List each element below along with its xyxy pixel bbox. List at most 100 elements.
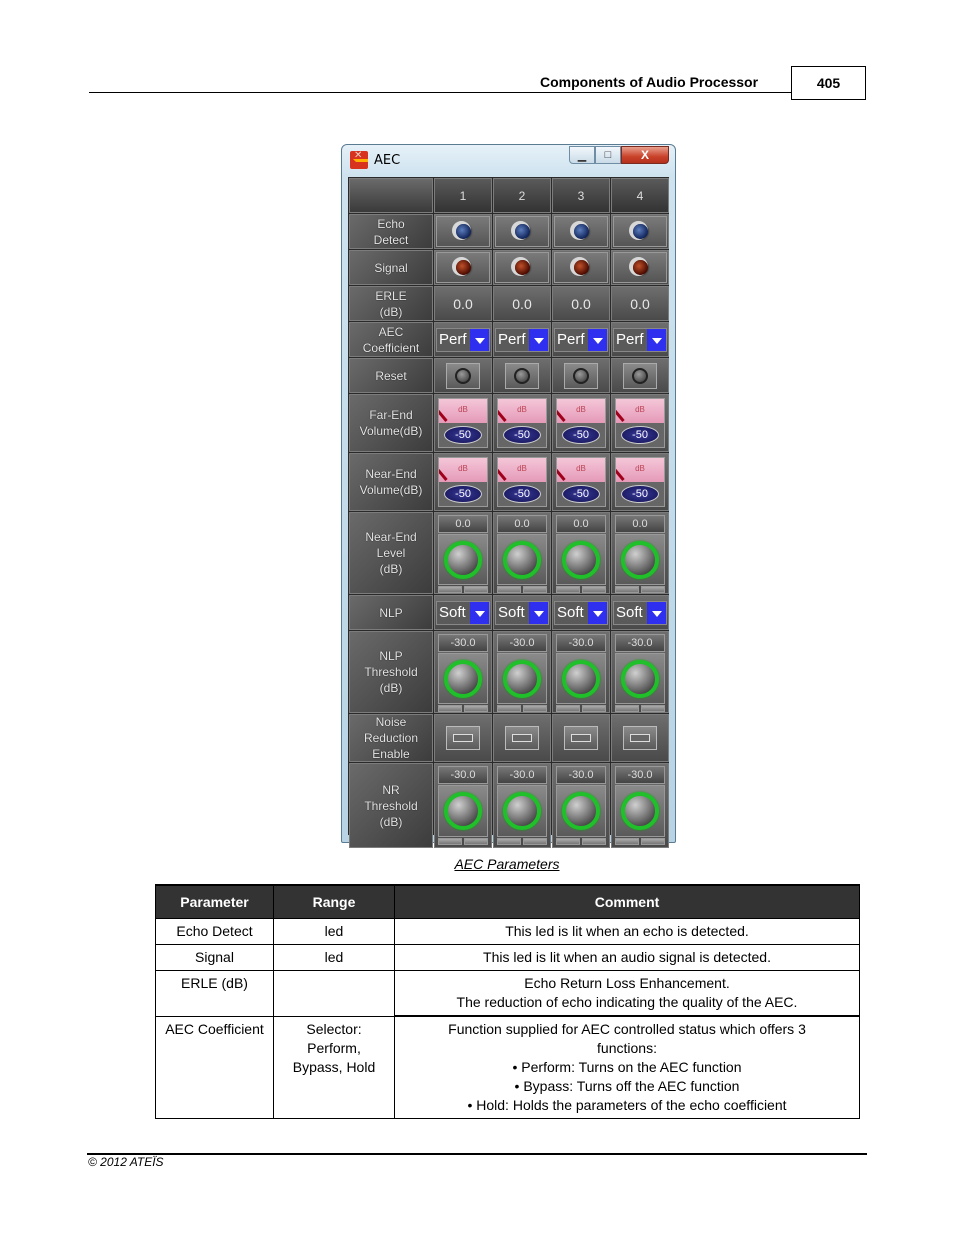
step-up-button[interactable]: [523, 838, 547, 845]
chevron-down-icon[interactable]: [647, 601, 666, 624]
knob-value-field[interactable]: -30.0: [438, 766, 488, 784]
maximize-button[interactable]: □: [595, 146, 621, 164]
far-end-volume-ch1: dB -50: [434, 394, 492, 452]
knob-value-field[interactable]: -30.0: [497, 634, 547, 652]
step-down-button[interactable]: [438, 705, 462, 712]
noise-reduction-enable-ch1: [434, 714, 492, 762]
knob-value-field[interactable]: -30.0: [497, 766, 547, 784]
step-up-button[interactable]: [582, 838, 606, 845]
maximize-icon: □: [604, 149, 612, 161]
step-up-button[interactable]: [523, 586, 547, 593]
nlp-mode-dropdown[interactable]: Soft: [495, 600, 549, 625]
header-parameter: Parameter: [155, 884, 274, 919]
meter-needle-icon: dB: [557, 399, 605, 423]
chevron-down-icon[interactable]: [588, 601, 607, 624]
knob-value-field[interactable]: -30.0: [556, 634, 606, 652]
step-down-button[interactable]: [497, 705, 521, 712]
rotary-knob[interactable]: [562, 792, 600, 830]
meter-readout: -50: [498, 482, 546, 506]
nlp-mode-dropdown[interactable]: Soft: [554, 600, 608, 625]
knob-value-field[interactable]: -30.0: [438, 634, 488, 652]
rotary-knob[interactable]: [621, 659, 659, 698]
aec-coefficient-dropdown[interactable]: Perf: [495, 327, 549, 352]
step-up-button[interactable]: [641, 705, 665, 712]
knob-value-field[interactable]: 0.0: [615, 515, 665, 533]
knob-value-field[interactable]: -30.0: [615, 766, 665, 784]
led-housing: [495, 252, 549, 283]
row-label-nlp: NLP: [349, 595, 433, 630]
reset-button[interactable]: [446, 362, 480, 389]
nlp-mode-dropdown[interactable]: Soft: [613, 600, 667, 625]
noise-reduction-toggle[interactable]: [564, 726, 598, 750]
step-up-button[interactable]: [582, 705, 606, 712]
rotary-knob[interactable]: [444, 540, 482, 579]
nr-threshold-ch1: -30.0: [434, 763, 492, 848]
step-up-button[interactable]: [464, 586, 488, 593]
erle-ch2: 0.0: [493, 286, 551, 321]
step-up-button[interactable]: [523, 705, 547, 712]
knob-value-field[interactable]: -30.0: [556, 766, 606, 784]
minimize-button[interactable]: ▁: [569, 146, 595, 164]
aec-coefficient-dropdown[interactable]: Perf: [613, 327, 667, 352]
page-number: 405: [791, 66, 866, 100]
step-up-button[interactable]: [464, 838, 488, 845]
step-down-button[interactable]: [556, 705, 580, 712]
step-up-button[interactable]: [582, 586, 606, 593]
reset-button[interactable]: [623, 362, 657, 389]
step-up-button[interactable]: [641, 586, 665, 593]
step-down-button[interactable]: [438, 838, 462, 845]
nlp-mode-dropdown[interactable]: Soft: [436, 600, 490, 625]
noise-reduction-toggle[interactable]: [623, 726, 657, 750]
rotary-knob[interactable]: [503, 540, 541, 579]
step-down-button[interactable]: [438, 586, 462, 593]
chevron-down-icon[interactable]: [470, 601, 489, 624]
step-down-button[interactable]: [556, 586, 580, 593]
knob-value-field[interactable]: -30.0: [615, 634, 665, 652]
aec-coefficient-dropdown[interactable]: Perf: [554, 327, 608, 352]
knob-step-buttons: [438, 586, 488, 593]
echo-led-icon: [455, 224, 471, 239]
meter-needle-icon: dB: [498, 399, 546, 423]
rotary-knob[interactable]: [621, 792, 659, 830]
chevron-down-icon[interactable]: [470, 328, 489, 351]
near-end-vu-meter: dB -50: [497, 457, 547, 507]
chevron-down-icon[interactable]: [529, 328, 548, 351]
rotary-knob[interactable]: [444, 659, 482, 698]
step-down-button[interactable]: [556, 838, 580, 845]
chevron-down-icon[interactable]: [588, 328, 607, 351]
knob-housing: [556, 785, 606, 837]
step-down-button[interactable]: [615, 586, 639, 593]
near-end-volume-ch1: dB -50: [434, 453, 492, 511]
rotary-knob[interactable]: [621, 540, 659, 579]
aec-coefficient-dropdown[interactable]: Perf: [436, 327, 490, 352]
rotary-knob[interactable]: [503, 792, 541, 830]
signal-led-icon: [573, 260, 589, 275]
knob-step-buttons: [556, 838, 606, 845]
rotary-knob[interactable]: [503, 659, 541, 698]
reset-button[interactable]: [564, 362, 598, 389]
cell-range: [273, 970, 395, 1017]
close-button[interactable]: X: [621, 146, 669, 164]
step-up-button[interactable]: [464, 705, 488, 712]
step-up-button[interactable]: [641, 838, 665, 845]
dropdown-value: Perf: [616, 330, 644, 348]
knob-value-field[interactable]: 0.0: [497, 515, 547, 533]
bullet-text: Bypass: Turns off the AEC function: [523, 1078, 740, 1094]
dropdown-value: Soft: [557, 603, 584, 621]
reset-button[interactable]: [505, 362, 539, 389]
step-down-button[interactable]: [615, 705, 639, 712]
rotary-knob[interactable]: [562, 540, 600, 579]
noise-reduction-toggle[interactable]: [446, 726, 480, 750]
step-down-button[interactable]: [497, 838, 521, 845]
chevron-down-icon[interactable]: [529, 601, 548, 624]
knob-value-field[interactable]: 0.0: [438, 515, 488, 533]
knob-value-field[interactable]: 0.0: [556, 515, 606, 533]
chevron-down-icon[interactable]: [647, 328, 666, 351]
title-bar[interactable]: AEC ▁ □ X: [342, 145, 675, 177]
step-down-button[interactable]: [615, 838, 639, 845]
rotary-knob[interactable]: [444, 792, 482, 830]
rotary-knob[interactable]: [562, 659, 600, 698]
nlp-ch2: Soft: [493, 595, 551, 630]
noise-reduction-toggle[interactable]: [505, 726, 539, 750]
step-down-button[interactable]: [497, 586, 521, 593]
